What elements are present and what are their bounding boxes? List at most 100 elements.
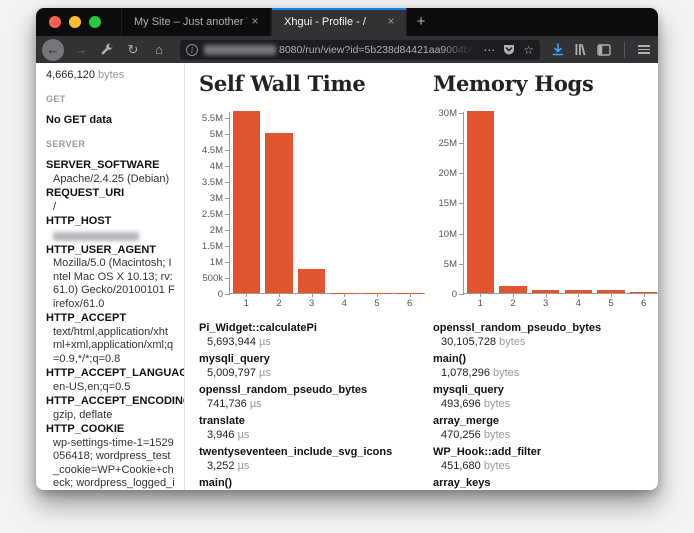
section-heading: GET xyxy=(46,93,175,107)
peak-memory-unit: bytes xyxy=(98,69,124,81)
env-key: REQUEST_URI xyxy=(46,187,175,201)
y-tick-mark xyxy=(459,203,464,204)
traffic-lights xyxy=(36,8,115,36)
x-tick-mark xyxy=(312,293,313,297)
y-tick-mark xyxy=(459,143,464,144)
x-tick-mark xyxy=(578,293,579,297)
y-tick-mark xyxy=(225,230,230,231)
y-tick-mark xyxy=(459,173,464,174)
y-tick-label: 0 xyxy=(189,289,223,300)
toolbar-divider xyxy=(624,42,625,58)
function-link[interactable]: translate xyxy=(199,414,425,428)
bar-1 xyxy=(467,111,494,293)
page-actions-icon[interactable]: ⋯ xyxy=(483,44,495,56)
function-value-line: 1,078,296 bytes xyxy=(433,366,658,380)
y-tick-label: 30M xyxy=(423,108,457,119)
new-tab-button[interactable]: + xyxy=(407,8,435,36)
function-list-item: openssl_random_pseudo_bytes741,736 µs xyxy=(199,383,425,411)
home-button[interactable]: ⌂ xyxy=(147,39,171,61)
y-tick-mark xyxy=(459,113,464,114)
y-tick-mark xyxy=(225,198,230,199)
minimize-window-button[interactable] xyxy=(69,16,81,28)
x-tick-label: 3 xyxy=(529,298,562,309)
browser-tab[interactable]: My Site – Just another WordPress s× xyxy=(121,8,271,36)
url-text: 8080/run/view?id=5b238d84421aa9004b680ac xyxy=(279,44,479,56)
library-icon[interactable] xyxy=(574,43,588,56)
x-tick-mark xyxy=(644,293,645,297)
function-link[interactable]: array_keys xyxy=(433,476,658,490)
function-link[interactable]: openssl_random_pseudo_bytes xyxy=(199,383,425,397)
function-value-line: 493,696 bytes xyxy=(433,397,658,411)
y-tick-mark xyxy=(225,182,230,183)
x-tick-mark xyxy=(246,293,247,297)
browser-tab[interactable]: Xhgui - Profile - /× xyxy=(271,8,407,36)
x-tick-label: 6 xyxy=(393,298,426,309)
function-value: 3,252 xyxy=(207,460,235,472)
function-unit: µs xyxy=(235,460,250,472)
bar-1 xyxy=(233,111,260,293)
function-unit: µs xyxy=(256,367,271,379)
y-tick-mark xyxy=(225,262,230,263)
function-value-line: 30,105,728 bytes xyxy=(433,335,658,349)
function-list-item: openssl_random_pseudo_bytes30,105,728 by… xyxy=(433,321,658,349)
function-value: 3,946 xyxy=(207,429,235,441)
function-link[interactable]: mysqli_query xyxy=(199,352,425,366)
section-note: No GET data xyxy=(46,114,175,128)
y-tick-label: 5M xyxy=(189,129,223,140)
bookmark-star-icon[interactable]: ☆ xyxy=(523,44,534,56)
reload-button[interactable]: ↻ xyxy=(121,39,145,61)
x-tick-mark xyxy=(480,293,481,297)
env-value: en-US,en;q=0.5 xyxy=(46,381,175,395)
forward-button[interactable]: → xyxy=(69,39,93,61)
env-value: Mozilla/5.0 (Macintosh; Intel Mac OS X 1… xyxy=(46,257,175,311)
function-link[interactable]: main() xyxy=(199,476,425,490)
env-key: HTTP_ACCEPT xyxy=(46,312,175,326)
function-unit: µs xyxy=(247,398,262,410)
y-tick-label: 2M xyxy=(189,225,223,236)
y-tick-label: 3.5M xyxy=(189,177,223,188)
function-list-item: translate3,946 µs xyxy=(199,414,425,442)
y-tick-label: 1M xyxy=(189,257,223,268)
env-key: HTTP_ACCEPT_ENCODING xyxy=(46,395,175,409)
function-link[interactable]: WP_Hook::add_filter xyxy=(433,445,658,459)
env-key: HTTP_ACCEPT_LANGUAGE xyxy=(46,367,175,381)
y-tick-label: 4.5M xyxy=(189,145,223,156)
wrench-icon[interactable] xyxy=(95,39,119,61)
x-tick-label: 1 xyxy=(230,298,263,309)
close-window-button[interactable] xyxy=(49,16,61,28)
y-tick-label: 500k xyxy=(189,273,223,284)
y-tick-label: 5.5M xyxy=(189,113,223,124)
function-value-line: 451,680 bytes xyxy=(433,459,658,473)
function-value: 5,009,797 xyxy=(207,367,256,379)
downloads-icon[interactable] xyxy=(551,43,565,57)
peak-memory-value: 4,666,120 xyxy=(46,69,95,81)
function-link[interactable]: array_merge xyxy=(433,414,658,428)
function-link[interactable]: openssl_random_pseudo_bytes xyxy=(433,321,658,335)
function-value-line: 5,693,944 µs xyxy=(199,335,425,349)
env-value: / xyxy=(46,201,175,215)
function-link[interactable]: mysqli_query xyxy=(433,383,658,397)
sidebar-toggle-icon[interactable] xyxy=(597,44,611,56)
tab-close-icon[interactable]: × xyxy=(247,14,263,30)
function-list-item: WP_Hook::add_filter451,680 bytes xyxy=(433,445,658,473)
x-tick-label: 2 xyxy=(497,298,530,309)
back-button[interactable]: ← xyxy=(42,39,64,61)
zoom-window-button[interactable] xyxy=(89,16,101,28)
navigation-toolbar: ← → ↻ ⌂ i 8080/run/view?id=5b238d84421aa… xyxy=(36,36,658,63)
y-tick-mark xyxy=(225,214,230,215)
menu-icon[interactable] xyxy=(638,43,650,56)
function-value: 5,693,944 xyxy=(207,336,256,348)
function-value-line: 3,252 µs xyxy=(199,459,425,473)
function-unit: bytes xyxy=(481,398,510,410)
function-list-item: main()1,078,296 bytes xyxy=(433,352,658,380)
env-key: HTTP_USER_AGENT xyxy=(46,244,175,258)
site-info-icon[interactable]: i xyxy=(186,44,198,56)
function-link[interactable]: Pi_Widget::calculatePi xyxy=(199,321,425,335)
function-unit: bytes xyxy=(490,367,519,379)
url-bar[interactable]: i 8080/run/view?id=5b238d84421aa9004b680… xyxy=(180,40,540,60)
tab-close-icon[interactable]: × xyxy=(383,14,399,30)
function-link[interactable]: main() xyxy=(433,352,658,366)
function-link[interactable]: twentyseventeen_include_svg_icons xyxy=(199,445,425,459)
pocket-icon[interactable] xyxy=(503,44,515,56)
bar-3 xyxy=(298,269,325,293)
